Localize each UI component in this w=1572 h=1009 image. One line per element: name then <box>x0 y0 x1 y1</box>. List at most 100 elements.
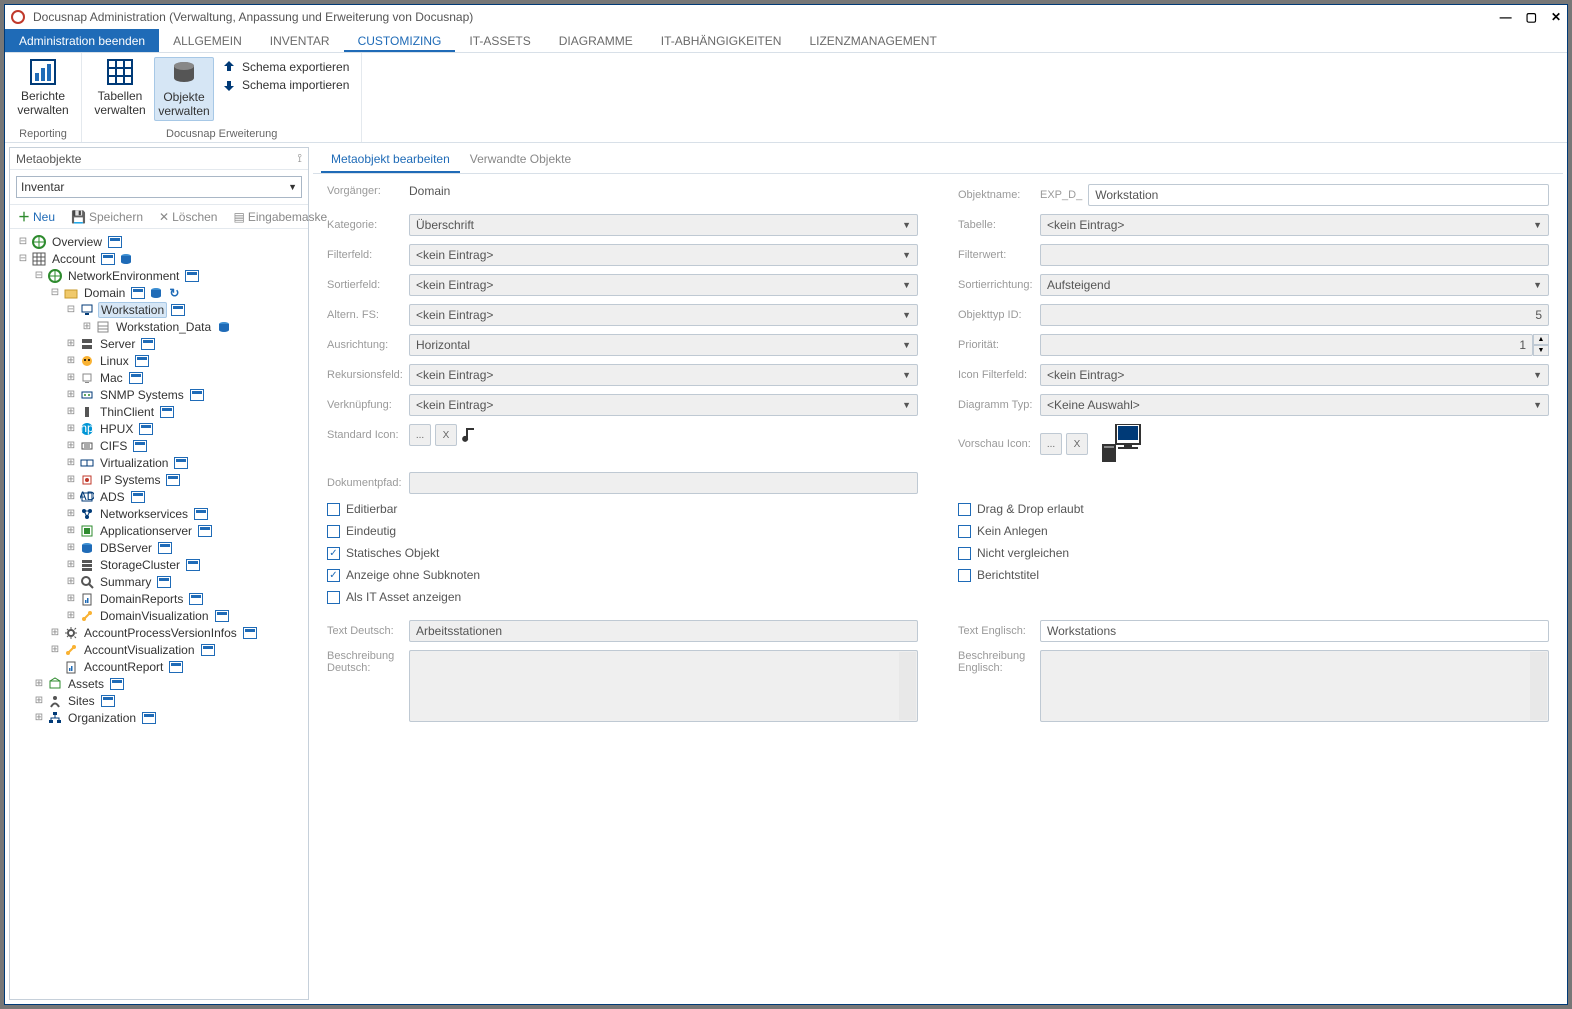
twisty[interactable]: ⊞ <box>66 440 76 451</box>
pin-icon[interactable]: ⟟ <box>298 151 302 166</box>
minimize-button[interactable]: — <box>1500 11 1512 23</box>
twisty[interactable]: ⊞ <box>66 406 76 417</box>
scrollbar[interactable] <box>899 652 916 720</box>
tree-node-sites[interactable]: ⊞Sites <box>12 692 306 709</box>
twisty[interactable]: ⊟ <box>18 253 28 264</box>
verknuepfung-select[interactable]: <kein Eintrag>▼ <box>409 394 918 416</box>
twisty[interactable]: ⊞ <box>66 542 76 553</box>
filterwert-input[interactable] <box>1040 244 1549 266</box>
twisty[interactable]: ⊞ <box>66 576 76 587</box>
sortierfeld-select[interactable]: <kein Eintrag>▼ <box>409 274 918 296</box>
altern-select[interactable]: <kein Eintrag>▼ <box>409 304 918 326</box>
checkbox-keinanlegen[interactable]: Kein Anlegen <box>958 524 1549 538</box>
tree-node-mac[interactable]: ⊞Mac <box>12 369 306 386</box>
sidebar-selector[interactable]: Inventar ▼ <box>16 176 302 198</box>
scrollbar[interactable] <box>1530 652 1547 720</box>
loeschen-button[interactable]: ✕Löschen <box>153 208 223 225</box>
tree-node-domainvisualization[interactable]: ⊞DomainVisualization <box>12 607 306 624</box>
tree-node-account[interactable]: ⊟Account <box>12 250 306 267</box>
speichern-button[interactable]: 💾Speichern <box>65 208 149 225</box>
twisty[interactable]: ⊞ <box>66 338 76 349</box>
tree-node-domainreports[interactable]: ⊞DomainReports <box>12 590 306 607</box>
tree-node-accountprocessversioninfos[interactable]: ⊞AccountProcessVersionInfos <box>12 624 306 641</box>
twisty[interactable]: ⊟ <box>66 304 76 315</box>
kategorie-select[interactable]: Überschrift▼ <box>409 214 918 236</box>
sortierrichtung-select[interactable]: Aufsteigend▼ <box>1040 274 1549 296</box>
texten-input[interactable]: Workstations <box>1040 620 1549 642</box>
neu-button[interactable]: ＋Neu <box>12 208 61 225</box>
twisty[interactable]: ⊞ <box>66 593 76 604</box>
twisty[interactable]: ⊟ <box>18 236 28 247</box>
twisty[interactable]: ⊞ <box>66 525 76 536</box>
tree-node-accountvisualization[interactable]: ⊞AccountVisualization <box>12 641 306 658</box>
checkbox-itasset[interactable]: Als IT Asset anzeigen <box>327 590 918 604</box>
tree-node-applicationserver[interactable]: ⊞Applicationserver <box>12 522 306 539</box>
tree-node-thinclient[interactable]: ⊞ThinClient <box>12 403 306 420</box>
tabellen-verwalten-button[interactable]: Tabellen verwalten <box>90 57 150 119</box>
schema-exportieren-button[interactable]: Schema exportieren <box>218 59 353 75</box>
twisty[interactable]: ⊟ <box>50 287 60 298</box>
objekttyp-input[interactable]: 5 <box>1040 304 1549 326</box>
tree-node-accountreport[interactable]: AccountReport <box>12 658 306 675</box>
checkbox-nichtvergl[interactable]: Nicht vergleichen <box>958 546 1549 560</box>
twisty[interactable]: ⊞ <box>34 678 44 689</box>
checkbox-editierbar[interactable]: Editierbar <box>327 502 918 516</box>
tabelle-select[interactable]: <kein Eintrag>▼ <box>1040 214 1549 236</box>
checkbox-dragdrop[interactable]: Drag & Drop erlaubt <box>958 502 1549 516</box>
objektname-input[interactable]: Workstation <box>1088 184 1549 206</box>
twisty[interactable]: ⊞ <box>66 457 76 468</box>
twisty[interactable]: ⊞ <box>66 355 76 366</box>
twisty[interactable]: ⊞ <box>66 389 76 400</box>
tree-node-server[interactable]: ⊞Server <box>12 335 306 352</box>
berichte-verwalten-button[interactable]: Berichte verwalten <box>13 57 73 119</box>
menu-item-diagramme[interactable]: DIAGRAMME <box>545 29 647 52</box>
schema-importieren-button[interactable]: Schema importieren <box>218 77 353 93</box>
vorschau-clear-button[interactable]: X <box>1066 433 1088 455</box>
tab-0[interactable]: Metaobjekt bearbeiten <box>321 147 460 173</box>
iconfilter-select[interactable]: <kein Eintrag>▼ <box>1040 364 1549 386</box>
tree-node-snmp systems[interactable]: ⊞SNMP Systems <box>12 386 306 403</box>
filterfeld-select[interactable]: <kein Eintrag>▼ <box>409 244 918 266</box>
menu-item-it-assets[interactable]: IT-ASSETS <box>455 29 544 52</box>
tree-node-virtualization[interactable]: ⊞Virtualization <box>12 454 306 471</box>
twisty[interactable]: ⊞ <box>82 321 92 332</box>
prioritaet-spinner[interactable]: 1▲▼ <box>1040 334 1549 356</box>
ausrichtung-select[interactable]: Horizontal▼ <box>409 334 918 356</box>
tree-node-linux[interactable]: ⊞Linux <box>12 352 306 369</box>
rekursion-select[interactable]: <kein Eintrag>▼ <box>409 364 918 386</box>
diagrammtyp-select[interactable]: <Keine Auswahl>▼ <box>1040 394 1549 416</box>
beschren-input[interactable] <box>1040 650 1549 722</box>
twisty[interactable]: ⊞ <box>66 423 76 434</box>
tree-node-networkenvironment[interactable]: ⊟NetworkEnvironment <box>12 267 306 284</box>
twisty[interactable]: ⊞ <box>66 508 76 519</box>
tree-node-cifs[interactable]: ⊞CIFS <box>12 437 306 454</box>
tree-node-assets[interactable]: ⊞Assets <box>12 675 306 692</box>
tree-view[interactable]: ⊟Overview⊟Account⊟NetworkEnvironment⊟Dom… <box>10 229 308 999</box>
tree-node-ip systems[interactable]: ⊞IP Systems <box>12 471 306 488</box>
tree-node-ads[interactable]: ⊞ADADS <box>12 488 306 505</box>
tree-node-organization[interactable]: ⊞Organization <box>12 709 306 726</box>
checkbox-statisch[interactable]: ✓Statisches Objekt <box>327 546 918 560</box>
menu-item-allgemein[interactable]: ALLGEMEIN <box>159 29 256 52</box>
close-button[interactable]: ✕ <box>1551 11 1561 23</box>
tab-1[interactable]: Verwandte Objekte <box>460 147 581 173</box>
checkbox-anzeige[interactable]: ✓Anzeige ohne Subknoten <box>327 568 918 582</box>
menu-item-it-abhängigkeiten[interactable]: IT-ABHÄNGIGKEITEN <box>647 29 796 52</box>
twisty[interactable]: ⊞ <box>66 372 76 383</box>
vorschau-browse-button[interactable]: ... <box>1040 433 1062 455</box>
tree-node-hpux[interactable]: ⊞hpHPUX <box>12 420 306 437</box>
tree-node-workstation_data[interactable]: ⊞Workstation_Data <box>12 318 306 335</box>
admin-beenden-button[interactable]: Administration beenden <box>5 29 159 52</box>
tree-node-dbserver[interactable]: ⊞DBServer <box>12 539 306 556</box>
stdicon-clear-button[interactable]: X <box>435 424 457 446</box>
twisty[interactable]: ⊞ <box>66 610 76 621</box>
checkbox-berichtstitel[interactable]: Berichtstitel <box>958 568 1549 582</box>
twisty[interactable]: ⊞ <box>66 491 76 502</box>
tree-node-storagecluster[interactable]: ⊞StorageCluster <box>12 556 306 573</box>
dokpfad-input[interactable] <box>409 472 918 494</box>
twisty[interactable]: ⊞ <box>66 474 76 485</box>
twisty[interactable]: ⊟ <box>34 270 44 281</box>
twisty[interactable]: ⊞ <box>50 644 60 655</box>
beschrde-input[interactable] <box>409 650 918 722</box>
tree-node-domain[interactable]: ⊟Domain↻ <box>12 284 306 301</box>
